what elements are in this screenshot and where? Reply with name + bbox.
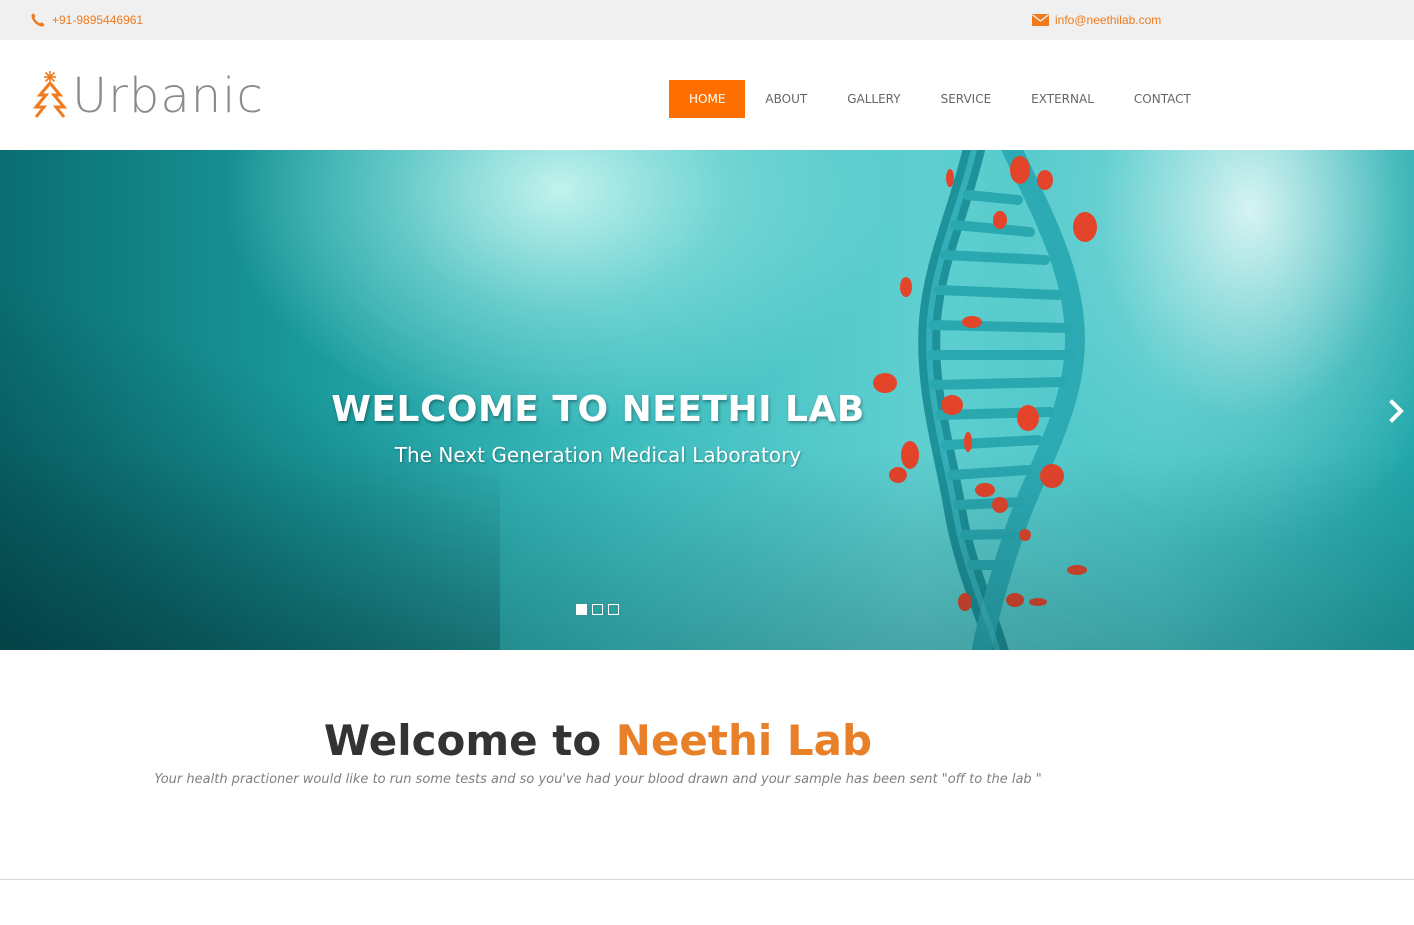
envelope-icon xyxy=(1032,14,1049,26)
main-nav: HOME ABOUT GALLERY SERVICE EXTERNAL CONT… xyxy=(669,80,1211,118)
slider-pagination xyxy=(576,604,619,615)
slider-dot-1[interactable] xyxy=(576,604,587,615)
phone-number[interactable]: +91-9895446961 xyxy=(52,12,143,28)
welcome-heading-text: Welcome to xyxy=(323,716,616,765)
slider-next-button[interactable] xyxy=(1386,398,1408,424)
hero-slider: WELCOME TO NEETHI LAB The Next Generatio… xyxy=(0,150,1414,650)
nav-item-home[interactable]: HOME xyxy=(669,80,746,118)
email-address[interactable]: info@neethilab.com xyxy=(1055,12,1161,28)
nav-item-gallery[interactable]: GALLERY xyxy=(827,80,920,118)
site-logo[interactable]: Urbanic xyxy=(32,70,264,122)
logo-text: Urbanic xyxy=(72,68,264,124)
slider-dot-3[interactable] xyxy=(608,604,619,615)
welcome-heading: Welcome to Neethi Lab xyxy=(0,715,1196,767)
section-divider xyxy=(0,879,1414,880)
phone-contact[interactable]: +91-9895446961 xyxy=(30,12,143,28)
chevron-right-icon xyxy=(1386,399,1408,428)
nav-item-external[interactable]: EXTERNAL xyxy=(1011,80,1114,118)
welcome-tagline: Your health practioner would like to run… xyxy=(154,772,1042,787)
top-bar: +91-9895446961 info@neethilab.com xyxy=(0,0,1414,40)
tree-logo-icon xyxy=(32,69,68,123)
hero-subtitle: The Next Generation Medical Laboratory xyxy=(394,443,802,467)
nav-item-about[interactable]: ABOUT xyxy=(745,80,827,118)
welcome-heading-highlight: Neethi Lab xyxy=(615,716,873,765)
email-contact[interactable]: info@neethilab.com xyxy=(1032,12,1161,28)
slider-dot-2[interactable] xyxy=(592,604,603,615)
site-header: Urbanic HOME ABOUT GALLERY SERVICE EXTER… xyxy=(0,40,1414,150)
hero-title: WELCOME TO NEETHI LAB xyxy=(331,389,865,430)
nav-item-service[interactable]: SERVICE xyxy=(921,80,1012,118)
phone-icon xyxy=(30,12,46,28)
nav-item-contact[interactable]: CONTACT xyxy=(1114,80,1211,118)
